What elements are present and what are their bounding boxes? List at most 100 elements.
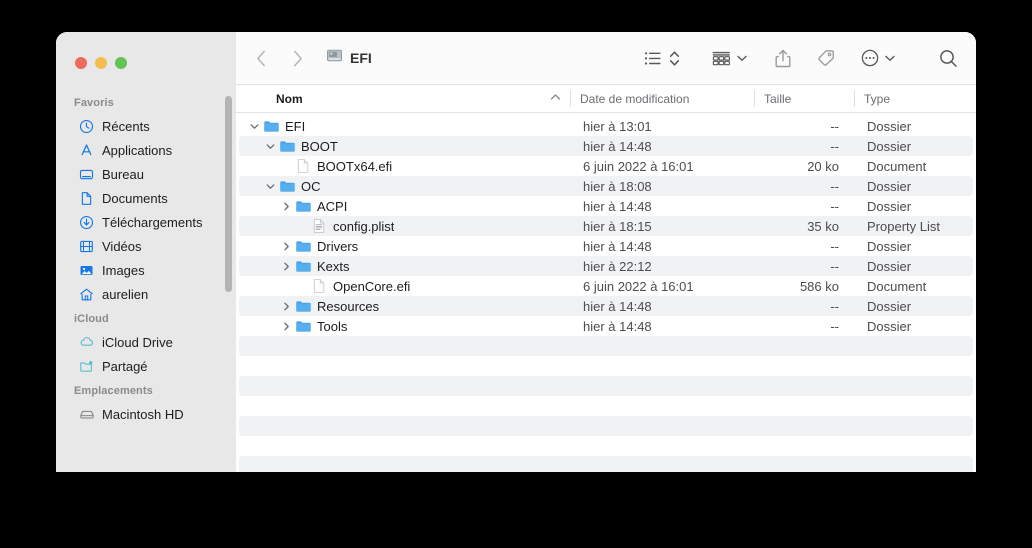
- list-view-icon[interactable]: [644, 45, 662, 71]
- column-headers: Nom Date de modification Taille Type: [236, 84, 976, 113]
- table-row[interactable]: ACPI hier à 14:48 -- Dossier: [239, 196, 973, 216]
- disclosure-triangle-closed[interactable]: [279, 322, 294, 331]
- home-icon: [78, 286, 95, 303]
- sidebar-item-applications[interactable]: Applications: [62, 138, 218, 162]
- file-type-cell: Dossier: [867, 298, 912, 314]
- file-name-text: ACPI: [317, 198, 348, 214]
- table-row[interactable]: Drivers hier à 14:48 -- Dossier: [239, 236, 973, 256]
- file-name-cell: BOOTx64.efi: [239, 158, 573, 174]
- sidebar-item-home[interactable]: aurelien: [62, 282, 218, 306]
- sidebar-item-documents[interactable]: Documents: [62, 186, 218, 210]
- sidebar-item-label: Documents: [102, 190, 168, 206]
- file-name-text: EFI: [285, 118, 306, 134]
- disclosure-triangle-open[interactable]: [263, 142, 278, 151]
- tag-button[interactable]: [817, 45, 835, 71]
- sidebar-item-shared[interactable]: Partagé: [62, 354, 218, 378]
- file-date-cell: hier à 14:48: [583, 198, 652, 214]
- table-row[interactable]: OC hier à 18:08 -- Dossier: [239, 176, 973, 196]
- file-name-cell: ACPI: [239, 198, 573, 215]
- sidebar-section-icloud-title: iCloud: [74, 313, 109, 325]
- page-title: EFI: [350, 50, 372, 66]
- file-size-cell: --: [830, 258, 839, 274]
- file-name-text: config.plist: [333, 218, 395, 234]
- file-name-cell: Resources: [239, 298, 573, 315]
- sidebar-scrollbar[interactable]: [225, 96, 232, 292]
- chevron-down-icon[interactable]: [885, 55, 895, 62]
- file-type-cell: Document: [867, 278, 927, 294]
- folder-icon: [294, 198, 312, 215]
- column-header-size[interactable]: Taille: [754, 84, 854, 113]
- sidebar-item-downloads[interactable]: Téléchargements: [62, 210, 218, 234]
- forward-button[interactable]: [286, 45, 308, 71]
- file-date-cell: hier à 18:08: [583, 178, 652, 194]
- file-name-text: Kexts: [317, 258, 350, 274]
- folder-icon: [294, 318, 312, 335]
- file-size-cell: --: [830, 118, 839, 134]
- sidebar-section-favoris-title: Favoris: [74, 97, 114, 109]
- disclosure-triangle-closed[interactable]: [279, 202, 294, 211]
- sidebar-item-desktop[interactable]: Bureau: [62, 162, 218, 186]
- table-row[interactable]: config.plist hier à 18:15 35 ko Property Li…: [239, 216, 973, 236]
- table-row[interactable]: Tools hier à 14:48 -- Dossier: [239, 316, 973, 336]
- empty-row: [239, 396, 973, 416]
- ellipsis-circle-icon[interactable]: [861, 45, 879, 71]
- sidebar-item-label: Téléchargements: [102, 214, 203, 230]
- group-grid-icon[interactable]: [712, 45, 731, 71]
- sidebar-item-macintosh-hd[interactable]: Macintosh HD: [62, 402, 218, 426]
- column-header-type[interactable]: Type: [854, 84, 976, 113]
- group-by-control[interactable]: [712, 45, 747, 71]
- chevron-down-icon[interactable]: [737, 55, 747, 62]
- disclosure-triangle-closed[interactable]: [279, 302, 294, 311]
- file-name-text: Resources: [317, 298, 380, 314]
- close-button[interactable]: [75, 57, 87, 69]
- search-button[interactable]: [939, 45, 958, 71]
- navigation-buttons: [250, 45, 308, 71]
- file-size-cell: 20 ko: [807, 158, 839, 174]
- sidebar-item-icloud-drive[interactable]: iCloud Drive: [62, 330, 218, 354]
- disclosure-triangle-closed[interactable]: [279, 242, 294, 251]
- file-type-cell: Dossier: [867, 318, 912, 334]
- empty-row: [239, 416, 973, 436]
- back-button[interactable]: [250, 45, 272, 71]
- table-row[interactable]: Resources hier à 14:48 -- Dossier: [239, 296, 973, 316]
- minimize-button[interactable]: [95, 57, 107, 69]
- table-row[interactable]: BOOT hier à 14:48 -- Dossier: [239, 136, 973, 156]
- folder-icon: [262, 118, 280, 135]
- empty-row: [239, 456, 973, 472]
- column-header-name[interactable]: Nom: [236, 84, 570, 113]
- maximize-button[interactable]: [115, 57, 127, 69]
- disclosure-triangle-closed[interactable]: [279, 262, 294, 271]
- file-name-text: Drivers: [317, 238, 359, 254]
- toolbar: EFI: [236, 32, 976, 84]
- sidebar-item-videos[interactable]: Vidéos: [62, 234, 218, 258]
- file-type-cell: Dossier: [867, 238, 912, 254]
- file-date-cell: hier à 13:01: [583, 118, 652, 134]
- file-size-cell: --: [830, 298, 839, 314]
- column-header-date[interactable]: Date de modification: [570, 84, 754, 113]
- table-row[interactable]: EFI hier à 13:01 -- Dossier: [239, 116, 973, 136]
- file-date-cell: 6 juin 2022 à 16:01: [583, 278, 694, 294]
- sort-updown-icon[interactable]: [669, 45, 680, 71]
- sidebar-item-label: iCloud Drive: [102, 334, 173, 350]
- file-name-text: OC: [301, 178, 321, 194]
- cloud-icon: [78, 334, 95, 351]
- more-actions-control[interactable]: [861, 45, 895, 71]
- folder-icon: [294, 238, 312, 255]
- disclosure-triangle-open[interactable]: [247, 122, 262, 131]
- share-button[interactable]: [775, 45, 791, 71]
- movie-icon: [78, 238, 95, 255]
- table-row[interactable]: BOOTx64.efi 6 juin 2022 à 16:01 20 ko Docum…: [239, 156, 973, 176]
- file-name-cell: config.plist: [239, 218, 573, 234]
- sidebar-item-recents[interactable]: Récents: [62, 114, 218, 138]
- table-row[interactable]: Kexts hier à 22:12 -- Dossier: [239, 256, 973, 276]
- file-type-cell: Document: [867, 158, 927, 174]
- sidebar-item-pictures[interactable]: Images: [62, 258, 218, 282]
- downloads-icon: [78, 214, 95, 231]
- table-row[interactable]: OpenCore.efi 6 juin 2022 à 16:01 586 ko Doc…: [239, 276, 973, 296]
- file-name-cell: OpenCore.efi: [239, 278, 573, 294]
- plist-document-icon: [310, 218, 328, 234]
- file-type-cell: Dossier: [867, 178, 912, 194]
- file-size-cell: --: [830, 178, 839, 194]
- file-type-cell: Dossier: [867, 118, 912, 134]
- disclosure-triangle-open[interactable]: [263, 182, 278, 191]
